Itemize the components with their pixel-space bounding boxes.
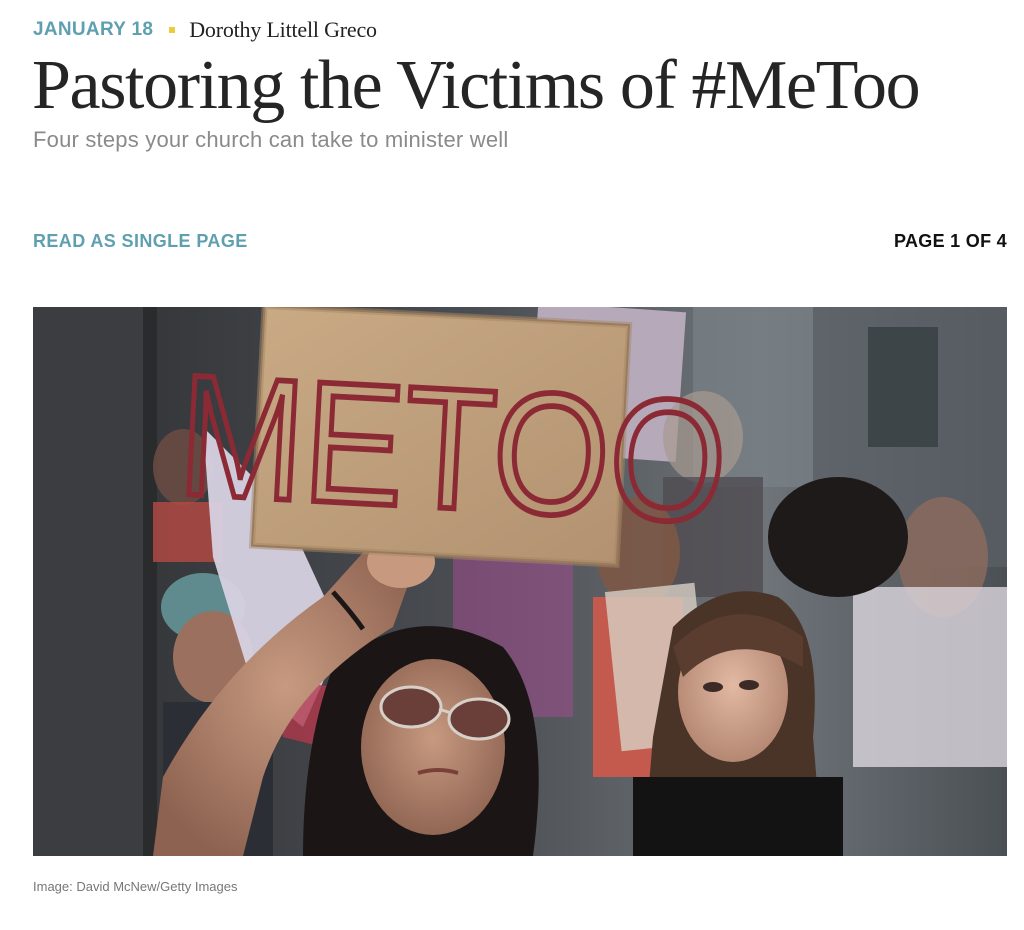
publish-date: JANUARY 18 (33, 19, 154, 40)
article-title: Pastoring the Victims of #MeToo (32, 47, 921, 124)
page-indicator: PAGE 1 OF 4 (894, 231, 1007, 251)
read-single-page-link[interactable]: READ AS SINGLE PAGE (33, 230, 248, 252)
hero-image-illustration: METOO (33, 307, 1007, 856)
hero-image: METOO (33, 307, 1007, 856)
author-name[interactable]: Dorothy Littell Greco (189, 17, 377, 43)
meta-separator (169, 27, 176, 33)
image-credit: Image: David McNew/Getty Images (33, 879, 238, 894)
sign-text: METOO (175, 339, 732, 559)
article-subtitle: Four steps your church can take to minis… (33, 127, 509, 152)
article-meta: JANUARY 18 Dorothy Littell Greco (33, 16, 377, 44)
